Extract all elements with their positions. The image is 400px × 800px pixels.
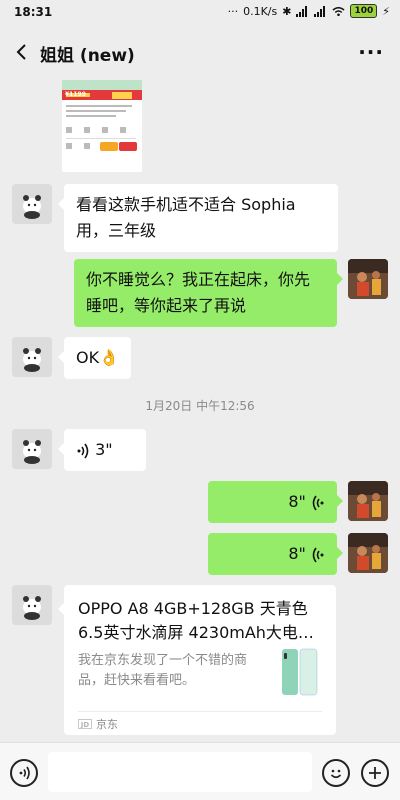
bluetooth-icon: ✱: [282, 4, 292, 18]
wifi-icon: [332, 6, 346, 16]
voice-mode-button[interactable]: [10, 759, 38, 787]
avatar-image: [348, 259, 388, 299]
link-card-divider: [78, 711, 322, 712]
voice-duration: 8": [288, 544, 306, 563]
plus-icon: [369, 767, 381, 779]
message-list[interactable]: ¥1199 看看这款手机适不适合 Sophia 用，三年级 你不睡觉么？我正在起…: [0, 80, 400, 742]
avatar-image: [12, 585, 52, 625]
link-card-source: JD 京东: [78, 716, 118, 732]
message-bubble-incoming[interactable]: 看看这款手机适不适合 Sophia 用，三年级: [58, 184, 338, 252]
avatar-image: [12, 337, 52, 377]
voice-message-incoming[interactable]: 3": [58, 429, 146, 471]
shared-link-card[interactable]: OPPO A8 4GB+128GB 天青色 6.5英寸水滴屏 4230mAh大电…: [58, 585, 336, 735]
contact-avatar[interactable]: [12, 337, 52, 377]
status-bar: 18:31 ··· 0.1K/s ✱ 100 ⚡: [0, 0, 400, 26]
avatar-image: [348, 533, 388, 573]
signal-icon: [296, 5, 308, 17]
message-text: OK👌: [76, 348, 120, 367]
my-avatar[interactable]: [348, 259, 388, 299]
my-avatar[interactable]: [348, 481, 388, 521]
link-card-source-label: 京东: [96, 718, 118, 731]
voice-wave-icon: [312, 495, 324, 510]
message-bubble-incoming[interactable]: OK👌: [57, 337, 132, 379]
status-indicators: ··· 0.1K/s ✱ 100 ⚡: [228, 4, 390, 18]
contact-avatar[interactable]: [12, 585, 52, 625]
contact-avatar[interactable]: [12, 429, 52, 469]
message-bubble-outgoing[interactable]: 你不睡觉么？我正在起床，你先睡吧，等你起来了再说: [74, 259, 343, 327]
product-price-label: ¥1199: [65, 91, 86, 98]
more-icon[interactable]: ···: [358, 40, 384, 64]
link-card-title: OPPO A8 4GB+128GB 天青色 6.5英寸水滴屏 4230mAh大电…: [78, 599, 314, 642]
signal-icon-2: [314, 5, 326, 17]
message-input[interactable]: [48, 752, 312, 792]
message-text: 看看这款手机适不适合 Sophia 用，三年级: [76, 195, 296, 240]
voice-mode-icon: [19, 766, 30, 780]
avatar-image: [348, 481, 388, 521]
jd-logo-icon: JD: [78, 719, 92, 729]
voice-message-outgoing[interactable]: 8": [208, 481, 343, 523]
voice-duration: 3": [95, 440, 113, 459]
link-card-description: 我在京东发现了一个不错的商品，赶快来看看吧。: [78, 653, 248, 688]
message-timestamp: 1月20日 中午12:56: [145, 399, 255, 413]
contact-avatar[interactable]: [12, 184, 52, 224]
net-speed: 0.1K/s: [243, 4, 278, 18]
message-text: 你不睡觉么？我正在起床，你先睡吧，等你起来了再说: [86, 270, 311, 315]
avatar-image: [12, 184, 52, 224]
chat-header: 姐姐 (new) ···: [0, 26, 400, 80]
charging-icon: ⚡: [382, 4, 390, 18]
back-arrow-icon[interactable]: [12, 42, 32, 62]
input-bar: [0, 742, 400, 800]
voice-wave-icon: [77, 443, 89, 458]
battery-indicator: 100: [350, 4, 378, 18]
chat-title: 姐姐 (new): [40, 46, 135, 66]
more-actions-button[interactable]: [361, 759, 389, 787]
voice-duration: 8": [288, 492, 306, 511]
voice-message-outgoing[interactable]: 8": [208, 533, 343, 575]
emoji-button[interactable]: [322, 759, 350, 787]
emoji-icon: [330, 769, 342, 779]
my-avatar[interactable]: [348, 533, 388, 573]
phone-product-image: [280, 647, 322, 699]
status-time: 18:31: [14, 5, 53, 19]
product-image-message[interactable]: ¥1199: [62, 80, 142, 172]
voice-wave-icon: [312, 547, 324, 562]
dots-icon: ···: [227, 4, 239, 18]
avatar-image: [12, 429, 52, 469]
